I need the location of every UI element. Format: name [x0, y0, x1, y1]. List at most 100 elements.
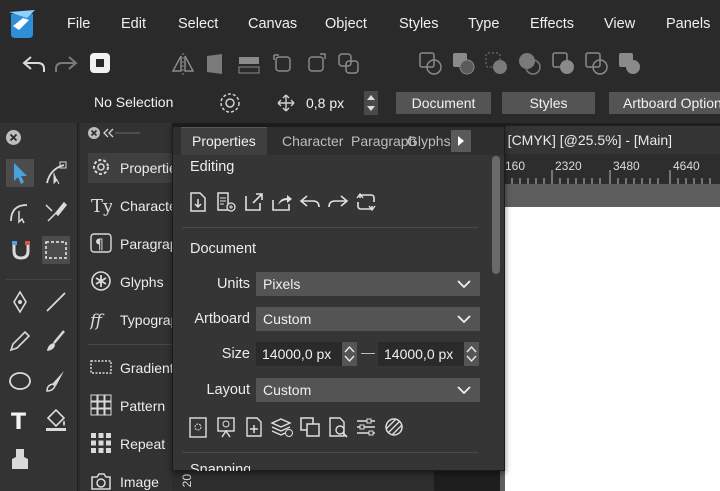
- stroke-width-stepper[interactable]: [364, 91, 378, 115]
- add-page-icon[interactable]: [242, 415, 266, 439]
- merge-icon[interactable]: [617, 51, 643, 77]
- fill-tool-icon[interactable]: [42, 406, 70, 434]
- menu-effects[interactable]: Effects: [530, 16, 574, 32]
- node-tool-icon[interactable]: [42, 159, 70, 187]
- boolean-xor-icon[interactable]: [517, 51, 543, 77]
- studio-item-label: Character: [120, 198, 174, 214]
- artboard[interactable]: [505, 207, 720, 491]
- styles-button[interactable]: Styles: [502, 92, 595, 114]
- height-input[interactable]: 14000,0 px: [378, 342, 464, 366]
- app-logo-icon[interactable]: [7, 6, 37, 40]
- pencil-tool-icon[interactable]: [6, 327, 34, 355]
- layout-select[interactable]: Custom: [256, 378, 480, 402]
- undo-icon[interactable]: [21, 51, 47, 77]
- undo-icon[interactable]: [298, 190, 322, 214]
- rotate-left-icon[interactable]: [236, 51, 262, 77]
- studio-item-image[interactable]: Image: [88, 467, 174, 491]
- flip-vertical-icon[interactable]: [202, 51, 228, 77]
- studio-item-character[interactable]: Ty Character: [88, 191, 174, 221]
- share-icon[interactable]: [270, 190, 294, 214]
- studio-item-label: Gradient: [120, 360, 174, 376]
- boolean-intersect-icon[interactable]: [484, 51, 510, 77]
- stop-icon[interactable]: [88, 51, 114, 77]
- width-stepper[interactable]: [342, 342, 357, 366]
- marquee-tool-icon[interactable]: [42, 236, 70, 264]
- studio-item-glyphs[interactable]: Glyphs: [88, 267, 174, 297]
- import-icon[interactable]: [186, 190, 210, 214]
- combine-icon[interactable]: [584, 51, 610, 77]
- menu-bar: File Edit Select Canvas Object Styles Ty…: [0, 0, 720, 49]
- units-label: Units: [216, 276, 250, 292]
- ellipse-tool-icon[interactable]: [6, 367, 34, 395]
- studio-item-paragraph[interactable]: ¶ Paragraph: [88, 229, 174, 259]
- tab-glyphs[interactable]: Glyphs: [407, 133, 451, 149]
- tools-panel: T: [0, 123, 78, 491]
- document-button[interactable]: Document: [396, 92, 491, 114]
- pen-nib-tool-icon[interactable]: [6, 288, 34, 316]
- close-tools-icon[interactable]: [6, 130, 21, 145]
- line-tool-icon[interactable]: [42, 288, 70, 316]
- width-input[interactable]: 14000,0 px: [256, 342, 342, 366]
- editing-section-title: Editing: [190, 159, 235, 175]
- menu-panels[interactable]: Panels: [666, 16, 710, 32]
- artboard-select[interactable]: Custom: [256, 307, 480, 331]
- menu-edit[interactable]: Edit: [121, 16, 146, 32]
- rotate-right-icon[interactable]: [303, 51, 329, 77]
- settings-icon[interactable]: [218, 91, 242, 115]
- vertical-ruler[interactable]: 20: [172, 470, 434, 491]
- artboard-options-button[interactable]: Artboard Options: [609, 92, 720, 114]
- menu-view[interactable]: View: [604, 16, 635, 32]
- studio-item-typography[interactable]: ff Typography: [88, 305, 174, 335]
- menu-object[interactable]: Object: [325, 16, 367, 32]
- arrange-icon[interactable]: [336, 51, 362, 77]
- menu-file[interactable]: File: [67, 16, 90, 32]
- pen-tool-icon[interactable]: [42, 199, 70, 227]
- stroke-width-input[interactable]: 0,8 px: [302, 91, 362, 115]
- studio-item-pattern[interactable]: Pattern: [88, 391, 174, 421]
- document-settings-icon[interactable]: [186, 415, 210, 439]
- brush-tool-icon[interactable]: [42, 327, 70, 355]
- layers-add-icon[interactable]: [270, 415, 294, 439]
- move-tool-icon[interactable]: [6, 159, 34, 187]
- tab-character[interactable]: Character: [282, 133, 343, 149]
- corner-tool-icon[interactable]: [6, 199, 34, 227]
- duplicate-icon[interactable]: [298, 415, 322, 439]
- paint-brush-tool-icon[interactable]: [42, 367, 70, 395]
- boolean-subtract-icon[interactable]: [451, 51, 477, 77]
- panel-scrollbar[interactable]: [492, 156, 500, 274]
- collapse-icon[interactable]: [102, 127, 142, 139]
- tab-properties-label[interactable]: Properties: [192, 133, 256, 149]
- menu-type[interactable]: Type: [468, 16, 499, 32]
- studio-item-gradient[interactable]: Gradient: [88, 353, 174, 383]
- context-toolbar: No Selection 0,8 px Document Styles Artb…: [0, 87, 720, 119]
- studio-item-properties[interactable]: Properties: [88, 153, 174, 183]
- height-stepper[interactable]: [464, 342, 479, 366]
- redo-icon[interactable]: [326, 190, 350, 214]
- studio-item-repeat[interactable]: Repeat: [88, 429, 174, 459]
- layout-label: Layout: [206, 382, 250, 398]
- redo-icon[interactable]: [53, 51, 79, 77]
- magnet-tool-icon[interactable]: [6, 236, 34, 264]
- close-studio-icon[interactable]: [88, 127, 100, 139]
- external-link-icon[interactable]: [242, 190, 266, 214]
- boolean-divide-icon[interactable]: [551, 51, 577, 77]
- menu-select[interactable]: Select: [178, 16, 218, 32]
- document-search-icon[interactable]: [326, 415, 350, 439]
- flip-horizontal-icon[interactable]: [170, 51, 196, 77]
- boolean-add-icon[interactable]: [418, 51, 444, 77]
- units-select[interactable]: Pixels: [256, 272, 480, 296]
- refresh-icon[interactable]: [354, 190, 378, 214]
- sliders-icon[interactable]: [354, 415, 378, 439]
- menu-styles[interactable]: Styles: [399, 16, 439, 32]
- document-add-icon[interactable]: [214, 190, 238, 214]
- rotate-icon[interactable]: [270, 51, 296, 77]
- camera-icon: [90, 470, 112, 491]
- menu-canvas[interactable]: Canvas: [248, 16, 297, 32]
- horizontal-ruler[interactable]: 160 2320 3480 4640: [500, 154, 720, 184]
- text-tool-icon[interactable]: T: [6, 406, 34, 434]
- transparency-tool-icon[interactable]: [6, 445, 34, 473]
- svg-text:Ty: Ty: [91, 196, 112, 216]
- artboard-settings-icon[interactable]: [214, 415, 238, 439]
- more-tabs-button[interactable]: [451, 130, 471, 152]
- flatten-icon[interactable]: [382, 415, 406, 439]
